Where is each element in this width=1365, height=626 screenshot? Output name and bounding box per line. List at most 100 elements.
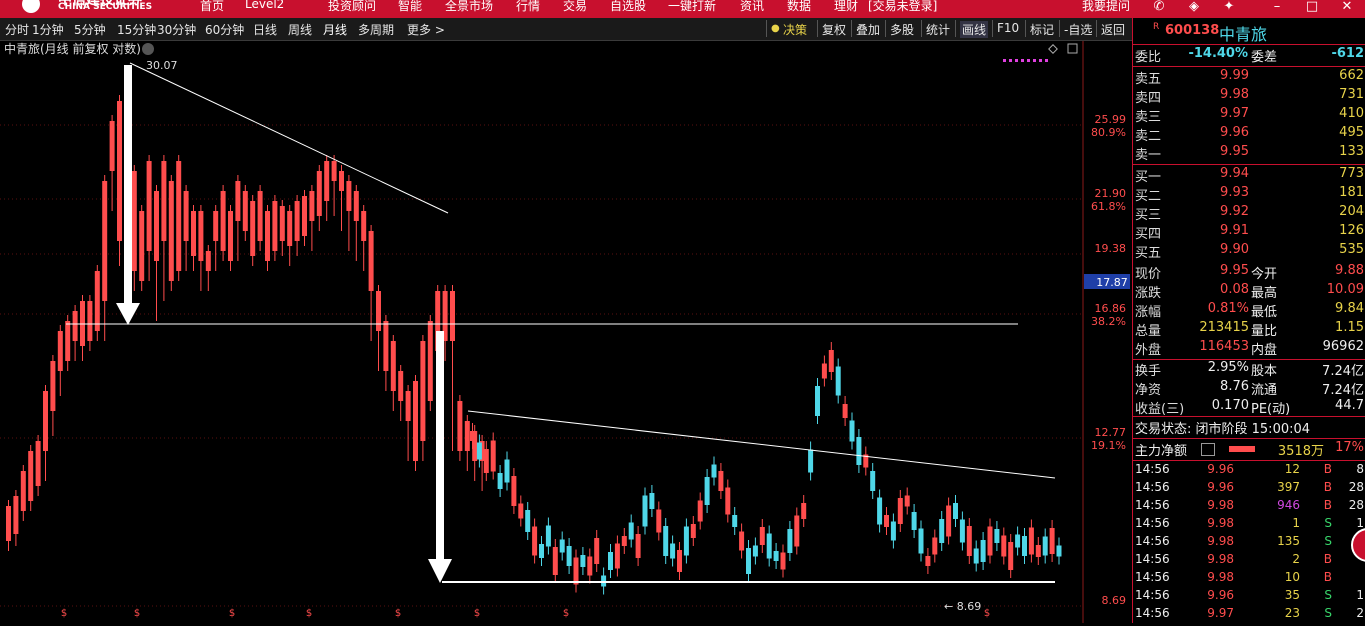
toolbar-button[interactable]: 统计 bbox=[926, 21, 950, 38]
period-tab[interactable]: 5分钟 bbox=[74, 21, 106, 38]
top-menu-item[interactable]: 理财 bbox=[834, 0, 858, 14]
candle-body bbox=[20, 471, 26, 511]
expand-icon[interactable] bbox=[1067, 43, 1078, 54]
top-menu-item[interactable]: 资讯 bbox=[740, 0, 764, 14]
toolbar-button[interactable]: 画线 bbox=[960, 21, 989, 38]
ask-level-row[interactable]: 卖四 9.98 731 bbox=[1133, 87, 1365, 106]
user-icon[interactable]: ✆ bbox=[1152, 0, 1166, 14]
broker-logo: 中信建投证券 CHINA SECURITIES bbox=[8, 0, 158, 18]
top-menu-item[interactable]: Level2 bbox=[245, 0, 284, 11]
event-marker-icon[interactable]: $ bbox=[984, 608, 990, 619]
ask-level-row[interactable]: 卖五 9.99 662 bbox=[1133, 68, 1365, 87]
toolbar-button[interactable]: 叠加 bbox=[856, 21, 880, 38]
candle-body bbox=[932, 537, 938, 555]
tick-volume: 2 bbox=[1292, 552, 1300, 566]
event-marker-icon[interactable]: $ bbox=[563, 608, 569, 619]
r-badge: R bbox=[1153, 22, 1160, 32]
level-price: 9.90 bbox=[1220, 242, 1249, 257]
minimize-icon[interactable]: – bbox=[1270, 0, 1284, 14]
stat-value: 7.24亿 bbox=[1322, 383, 1364, 398]
period-tab[interactable]: 60分钟 bbox=[205, 21, 244, 38]
bid-level-row[interactable]: 买二 9.93 181 bbox=[1133, 185, 1365, 204]
candle-body bbox=[405, 391, 411, 421]
candle-body bbox=[43, 391, 48, 451]
top-menu-item[interactable]: 智能 bbox=[398, 0, 422, 14]
ask-level-row[interactable]: 卖一 9.95 133 bbox=[1133, 144, 1365, 163]
ask-level-row[interactable]: 卖三 9.97 410 bbox=[1133, 106, 1365, 125]
candle-body bbox=[176, 161, 182, 271]
toolbar-button[interactable]: 复权 bbox=[822, 21, 846, 38]
event-marker-icon[interactable]: $ bbox=[61, 608, 67, 619]
bid-level-row[interactable]: 买四 9.91 126 bbox=[1133, 223, 1365, 242]
stat-value: 116453 bbox=[1199, 339, 1249, 354]
top-menu-item[interactable]: 投资顾问 bbox=[328, 0, 376, 14]
candle-body bbox=[272, 201, 278, 251]
candle-body bbox=[168, 181, 174, 281]
top-menu-item[interactable]: [交易未登录] bbox=[868, 0, 937, 14]
period-tab[interactable]: 30分钟 bbox=[157, 21, 196, 38]
tick-side: S bbox=[1324, 534, 1332, 548]
toolbar-button[interactable]: 决策 bbox=[783, 21, 807, 38]
top-menu-item[interactable]: 一键打新 bbox=[668, 0, 716, 14]
toolbar-button[interactable]: 标记 bbox=[1030, 21, 1054, 38]
candle-body bbox=[849, 420, 855, 442]
ask-question-link[interactable]: 我要提问 bbox=[1082, 0, 1130, 14]
skin-icon[interactable]: ✦ bbox=[1222, 0, 1236, 14]
top-menu-item[interactable]: 行情 bbox=[516, 0, 540, 14]
chevron-down-icon[interactable] bbox=[142, 43, 154, 55]
event-marker-icon[interactable]: $ bbox=[229, 608, 235, 619]
level-label: 卖一 bbox=[1135, 148, 1162, 163]
event-marker-icon[interactable]: $ bbox=[474, 608, 480, 619]
stat-value: 9.95 bbox=[1220, 263, 1249, 278]
stat-label: 最低 bbox=[1251, 305, 1278, 320]
event-marker-icon[interactable]: $ bbox=[306, 608, 312, 619]
period-tab[interactable]: 15分钟 bbox=[117, 21, 156, 38]
event-marker-icon[interactable]: $ bbox=[395, 608, 401, 619]
top-menu-item[interactable]: 数据 bbox=[787, 0, 811, 14]
period-tab[interactable]: 更多 > bbox=[407, 21, 445, 38]
arrow-shaft bbox=[124, 65, 132, 305]
toolbar-button[interactable]: -自选 bbox=[1064, 21, 1092, 38]
main-flow-pct: 17% bbox=[1335, 440, 1364, 455]
kline-svg[interactable]: 中青旅(月线 前复权 对数) 25.9980.9% 21.9061.8% 19.38 1… bbox=[0, 41, 1132, 623]
flow-chart-icon[interactable] bbox=[1201, 443, 1215, 456]
close-icon[interactable]: ✕ bbox=[1340, 0, 1354, 14]
toolbar-separator bbox=[817, 20, 818, 37]
bid-level-row[interactable]: 买三 9.92 204 bbox=[1133, 204, 1365, 223]
toolbar-button[interactable]: 返回 bbox=[1101, 21, 1125, 38]
candle-body bbox=[390, 341, 396, 391]
top-menu-item[interactable]: 首页 bbox=[200, 0, 224, 14]
top-menu-item[interactable]: 全景市场 bbox=[445, 0, 493, 14]
toolbar-button[interactable]: 多股 bbox=[890, 21, 914, 38]
bid-level-row[interactable]: 买一 9.94 773 bbox=[1133, 166, 1365, 185]
tick-price: 9.97 bbox=[1207, 606, 1234, 620]
kline-chart[interactable]: 中青旅(月线 前复权 对数) 25.99 80.9% 21.90 61.8% 19.38 1… bbox=[0, 41, 1132, 623]
tick-price: 9.96 bbox=[1207, 588, 1234, 602]
stat-value: 44.7 bbox=[1335, 398, 1364, 413]
period-tab[interactable]: 日线 bbox=[253, 21, 277, 38]
top-menu-bar: 中信建投证券 CHINA SECURITIES 首页 Level2 投资顾问 智能 全景… bbox=[0, 0, 1365, 18]
tick-row: 14:56 9.98 946 B 28 bbox=[1133, 498, 1365, 517]
top-menu-item[interactable]: 交易 bbox=[563, 0, 587, 14]
period-tab[interactable]: 1分钟 bbox=[32, 21, 64, 38]
indicator-dash bbox=[1009, 59, 1012, 62]
candle-body bbox=[635, 534, 641, 558]
candle-body bbox=[265, 211, 270, 261]
maximize-icon[interactable]: □ bbox=[1305, 0, 1319, 14]
ask-level-row[interactable]: 卖二 9.96 495 bbox=[1133, 125, 1365, 144]
diamond-icon[interactable] bbox=[1048, 44, 1058, 54]
toolbar-button[interactable]: F10 bbox=[997, 21, 1019, 35]
period-tab[interactable]: 周线 bbox=[288, 21, 312, 38]
event-marker-icon[interactable]: $ bbox=[134, 608, 140, 619]
period-tab[interactable]: 分时 bbox=[5, 21, 29, 38]
top-menu-item[interactable]: 自选股 bbox=[610, 0, 646, 14]
bid-level-row[interactable]: 买五 9.90 535 bbox=[1133, 242, 1365, 261]
tick-row: 14:56 9.96 397 B 28 bbox=[1133, 480, 1365, 499]
period-tab[interactable]: 月线 bbox=[323, 21, 347, 38]
period-tab[interactable]: 多周期 bbox=[358, 21, 394, 38]
cube-icon[interactable]: ◈ bbox=[1187, 0, 1201, 14]
stat-value: 9.88 bbox=[1335, 263, 1364, 278]
candle-body bbox=[361, 211, 367, 241]
price-tick-label: 8.69 bbox=[1102, 594, 1127, 607]
candle-body bbox=[725, 487, 731, 515]
